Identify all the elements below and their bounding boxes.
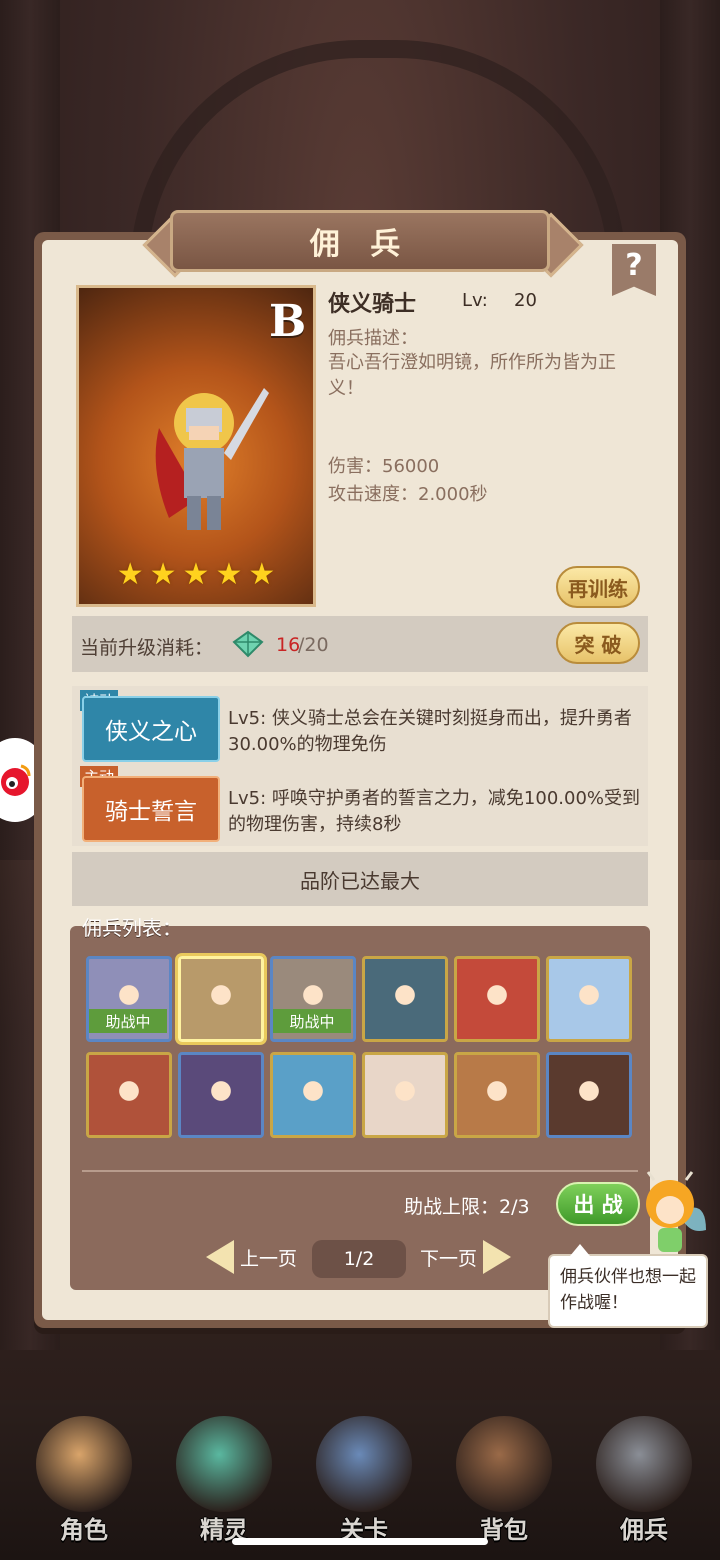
deploy-button[interactable]: 出 战 [556, 1182, 640, 1226]
ninja-portrait [365, 959, 445, 1039]
mercenary-card[interactable]: 助战中 [86, 956, 172, 1042]
elf-archer-portrait [273, 1055, 353, 1135]
next-page-label: 下一页 [420, 1247, 478, 1270]
nav-item-hero[interactable]: 角色 [24, 1410, 144, 1550]
prev-page-button[interactable]: 上一页 [206, 1240, 297, 1274]
assist-limit: 助战上限：2/3 [404, 1196, 530, 1218]
knight-portrait [181, 959, 261, 1039]
star-icon: ★ [182, 557, 210, 592]
brute-portrait [549, 1055, 629, 1135]
mercenary-icon [596, 1416, 692, 1512]
hero-icon [36, 1416, 132, 1512]
nav-label: 佣兵 [620, 1516, 668, 1544]
mercenary-card[interactable] [362, 1052, 448, 1138]
mercenary-card[interactable] [362, 956, 448, 1042]
arrow-right-icon [483, 1240, 512, 1274]
damage-stat: 伤害：56000 [328, 456, 440, 477]
retrain-button[interactable]: 再训练 [556, 566, 640, 608]
page-indicator: 1/2 [312, 1240, 406, 1278]
mercenary-card[interactable] [178, 956, 264, 1042]
mercenary-card[interactable] [454, 1052, 540, 1138]
mercenary-card[interactable] [546, 956, 632, 1042]
attack-speed-stat: 攻击速度：2.000秒 [328, 484, 488, 505]
red-hair-portrait [457, 959, 537, 1039]
assist-badge: 助战中 [273, 1009, 351, 1033]
stage-icon [316, 1416, 412, 1512]
upgrade-cost-label: 当前升级消耗： [80, 637, 214, 659]
hero-description: 吾心吾行澄如明镜，所作所为皆为正义！ [328, 352, 616, 399]
crystal-icon [232, 630, 264, 658]
quality-max-bar: 品阶已达最大 [72, 852, 648, 906]
star-icon: ★ [248, 557, 276, 592]
mercenary-card[interactable] [86, 1052, 172, 1138]
blonde-demon-portrait [89, 1055, 169, 1135]
upgrade-cost-need: /20 [298, 634, 329, 656]
upgrade-cost-have: 16 [276, 634, 301, 656]
knight-sprite [155, 388, 269, 530]
star-icon: ★ [116, 557, 144, 592]
hero-name: 侠义骑士 [328, 292, 417, 317]
mercenary-card[interactable] [270, 1052, 356, 1138]
tip-bubble: 佣兵伙伴也想一起作战喔！ [548, 1244, 708, 1328]
star-rating: ★ ★ ★ ★ ★ [79, 560, 313, 590]
skill-active-description: Lv5: 呼唤守护勇者的誓言之力，减免100.00%受到的物理伤害，持续8秒 [228, 788, 641, 835]
mercenary-list-title: 佣兵列表： [82, 916, 182, 940]
help-icon: ? [625, 248, 643, 283]
prev-page-label: 上一页 [240, 1247, 298, 1270]
star-icon: ★ [215, 557, 243, 592]
ice-maiden-portrait [549, 959, 629, 1039]
panel-title: 佣 兵 [170, 210, 550, 272]
level-label: Lv: [462, 290, 488, 311]
elf-mage-portrait [181, 1055, 261, 1135]
skill-active-button[interactable]: 骑士誓言 [82, 776, 220, 842]
divider [82, 1170, 638, 1172]
home-indicator [232, 1538, 488, 1545]
nav-item-stage[interactable]: 关卡 [304, 1410, 424, 1550]
description-label: 佣兵描述： [328, 328, 418, 349]
mercenary-card[interactable] [546, 1052, 632, 1138]
mercenary-card[interactable]: 助战中 [270, 956, 356, 1042]
spirit-icon [176, 1416, 272, 1512]
nav-item-backpack[interactable]: 背包 [444, 1410, 564, 1550]
arrow-left-icon [206, 1240, 234, 1274]
level-value: 20 [514, 290, 537, 311]
nav-item-mercenary[interactable]: 佣兵 [584, 1410, 704, 1550]
skill-passive-button[interactable]: 侠义之心 [82, 696, 220, 762]
nav-item-spirit[interactable]: 精灵 [164, 1410, 284, 1550]
assist-badge: 助战中 [89, 1009, 167, 1033]
star-icon: ★ [149, 557, 177, 592]
breakthrough-button[interactable]: 突 破 [556, 622, 640, 664]
hero-portrait: B ★ ★ ★ ★ ★ [76, 285, 316, 607]
dwarf-portrait [457, 1055, 537, 1135]
fairy-mascot[interactable] [636, 1170, 708, 1254]
mercenary-card[interactable] [178, 1052, 264, 1138]
backpack-icon [456, 1416, 552, 1512]
white-hair-portrait [365, 1055, 445, 1135]
nav-label: 角色 [60, 1516, 108, 1544]
skill-passive-description: Lv5: 侠义骑士总会在关键时刻挺身而出，提升勇者30.00%的物理免伤 [228, 708, 632, 755]
mercenary-card[interactable] [454, 956, 540, 1042]
rank-badge: B [269, 296, 307, 347]
next-page-button[interactable]: 下一页 [420, 1240, 512, 1274]
